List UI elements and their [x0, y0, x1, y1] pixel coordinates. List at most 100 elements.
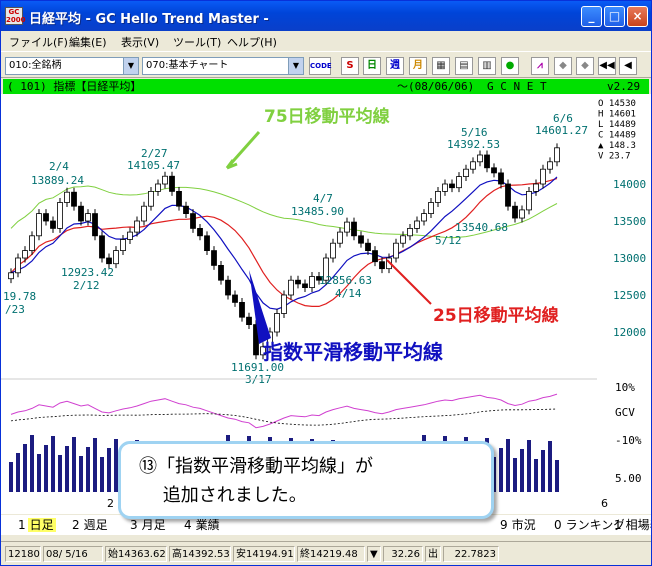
info-bar: ( 101) 指標【日経平均】 ～(08/06/06) G C N E T v2…: [3, 79, 649, 94]
status-bar: 12180 08/ 5/16 始14363.62 高14392.53 安1419…: [1, 541, 651, 565]
candle-body: [428, 202, 434, 214]
candle-body: [330, 242, 336, 259]
tab-1[interactable]: 2 週足: [69, 517, 113, 534]
weekly-icon[interactable]: 週: [386, 57, 404, 75]
rewind-icon[interactable]: ◀◀: [598, 57, 616, 75]
prev-icon[interactable]: ◀: [619, 57, 637, 75]
candle-body: [274, 313, 280, 333]
ohlc-readout: ▲ 148.3: [598, 141, 636, 151]
candle-body: [456, 176, 462, 189]
monthly-icon[interactable]: 月: [409, 57, 427, 75]
app-icon: GC 2000: [5, 7, 26, 25]
candle-body: [344, 221, 350, 233]
candle-body: [393, 242, 399, 259]
callout-box: ⑬「指数平滑移動平均線」が 追加されました。: [118, 441, 494, 519]
candle-body: [57, 202, 63, 229]
menu-view[interactable]: 表示(V): [121, 34, 159, 50]
candle-body: [106, 257, 112, 265]
close-button[interactable]: ×: [627, 6, 648, 27]
candle-body: [505, 183, 511, 207]
ohlc-readout: C 14489: [598, 131, 636, 141]
candle-body: [169, 175, 175, 192]
status-date: 08/ 5/16: [43, 546, 103, 562]
candle-body: [134, 220, 140, 233]
y-tick-label: 12500: [613, 289, 646, 302]
daily-icon[interactable]: 日: [363, 57, 381, 75]
menu-help[interactable]: ヘルプ(H): [227, 34, 277, 50]
tab-label: 週足: [81, 518, 110, 532]
candle-body: [113, 250, 119, 265]
tab-number: 1: [614, 518, 622, 532]
candle-body: [358, 235, 364, 244]
chart-select-value: 070:基本チャート: [146, 60, 229, 71]
volume-bar: [107, 448, 111, 492]
price-annotation: 13889.24: [31, 174, 84, 187]
volume-bar: [72, 437, 76, 492]
menu-edit[interactable]: 編集(E): [69, 34, 107, 50]
chevron-down-icon[interactable]: ▼: [288, 58, 303, 74]
minimize-button[interactable]: _: [581, 6, 602, 27]
candle-body: [407, 227, 413, 237]
candle-body: [162, 175, 168, 185]
volume-bar: [548, 441, 552, 492]
ohlc-readout: O 14530: [598, 99, 636, 109]
candle-body: [519, 209, 525, 219]
candle-body: [8, 272, 14, 280]
tab-label: 月足: [139, 518, 168, 532]
volume-bar: [79, 456, 83, 492]
tab-number: 0: [554, 518, 562, 532]
chevron-down-icon[interactable]: ▼: [123, 58, 138, 74]
window-title: 日経平均 - GC Hello Trend Master -: [29, 12, 269, 27]
candle-body: [239, 301, 245, 318]
chart-a-icon[interactable]: ▦: [432, 57, 450, 75]
volume-bar: [520, 449, 524, 492]
chart-c-icon[interactable]: ▥: [478, 57, 496, 75]
candle-body: [288, 279, 294, 296]
ma25-arrow: [386, 259, 432, 305]
candle-body: [183, 205, 189, 214]
candle-body: [337, 231, 343, 244]
status-low: 安14194.91: [233, 546, 295, 562]
tab-label: 相場表: [623, 518, 651, 532]
price-annotation: 12856.63: [319, 274, 372, 287]
candle-body: [491, 167, 497, 174]
tab-0[interactable]: 1 日足: [15, 517, 59, 534]
candle-body: [29, 235, 35, 252]
stock-s-icon[interactable]: S: [341, 57, 359, 75]
status-change: 32.26: [383, 546, 423, 562]
candle-body: [281, 294, 287, 314]
volume-bar: [58, 455, 62, 492]
tab-3[interactable]: 4 業績: [181, 517, 225, 534]
chart-b-icon[interactable]: ▤: [455, 57, 473, 75]
index-label: ( 101) 指標【日経平均】: [7, 80, 142, 93]
status-out-label: 出: [425, 546, 441, 562]
status-high: 高14392.53: [169, 546, 231, 562]
tab-6[interactable]: 1相場表: [611, 517, 651, 534]
trend-icon[interactable]: ⩘: [531, 57, 549, 75]
tab-4[interactable]: 9 市況: [497, 517, 541, 534]
candle-body: [309, 276, 315, 288]
oscillator-signal-line: [10, 408, 558, 426]
volume-bar: [506, 439, 510, 492]
back-icon[interactable]: ◆: [554, 57, 572, 75]
tab-2[interactable]: 3 月足: [127, 517, 171, 534]
candle-body: [141, 205, 147, 222]
menu-file[interactable]: ファイル(F): [9, 34, 68, 50]
title-bar: GC 2000 日経平均 - GC Hello Trend Master - _…: [1, 1, 651, 31]
chart-select[interactable]: 070:基本チャート ▼: [142, 57, 304, 75]
category-select[interactable]: 010:全銘柄 ▼: [5, 57, 139, 75]
ohlc-readout: V 23.7: [598, 152, 631, 162]
globe-icon[interactable]: ●: [501, 57, 519, 75]
candle-body: [547, 161, 553, 170]
tab-number: 2: [72, 518, 80, 532]
code-icon[interactable]: CODE: [309, 57, 332, 75]
candle-body: [365, 242, 371, 251]
price-annotation: /23: [5, 303, 25, 316]
forward-icon[interactable]: ◆: [576, 57, 594, 75]
oscillator-line: [10, 393, 558, 429]
maximize-button[interactable]: □: [604, 6, 625, 27]
menu-tools[interactable]: ツール(T): [173, 34, 221, 50]
price-annotation: 4/7: [313, 192, 333, 205]
volume-bar: [23, 444, 27, 492]
candle-body: [120, 239, 126, 251]
